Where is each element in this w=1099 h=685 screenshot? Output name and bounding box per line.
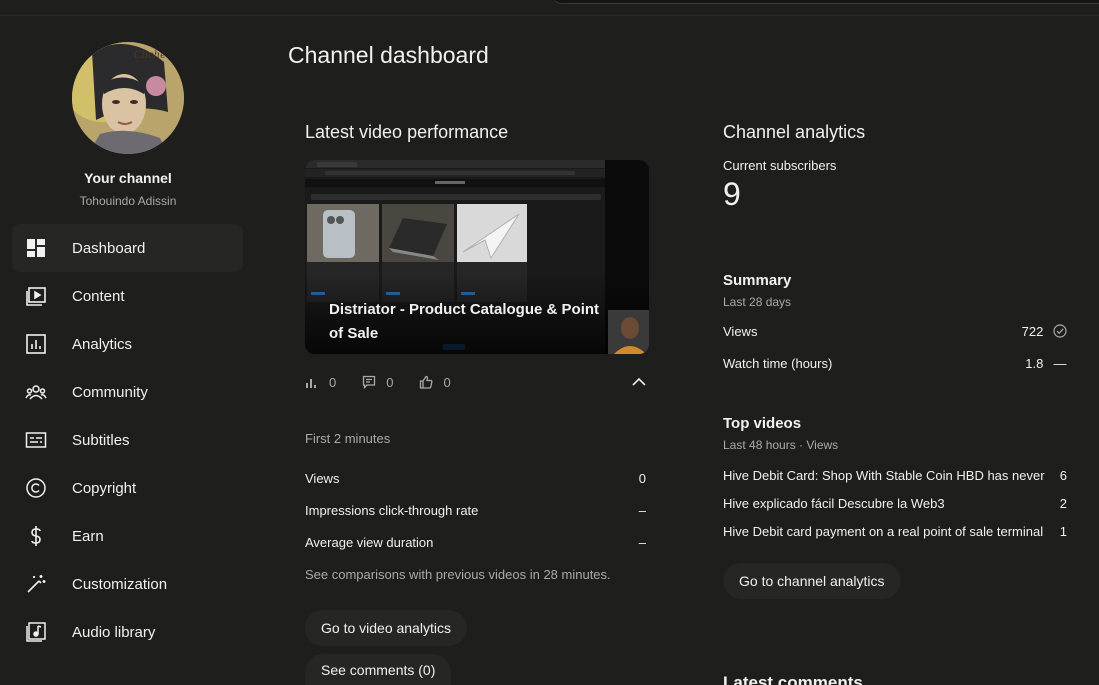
- top-video-row[interactable]: Hive Debit card payment on a real point …: [723, 524, 1067, 539]
- sidebar-item-label: Analytics: [72, 335, 133, 353]
- top-video-views: 1: [1059, 524, 1067, 539]
- sidebar-item-label: Copyright: [72, 479, 137, 497]
- sidebar-item-customization[interactable]: Customization: [12, 560, 243, 608]
- top-videos-period: Last 48 hours · Views: [723, 438, 839, 452]
- comparison-note: See comparisons with previous videos in …: [305, 567, 611, 582]
- sidebar-item-dashboard[interactable]: Dashboard: [12, 224, 243, 272]
- sidebar-item-audio-library[interactable]: Audio library: [12, 608, 243, 656]
- summary-value: 722: [1021, 324, 1044, 339]
- go-to-video-analytics-button[interactable]: Go to video analytics: [305, 610, 467, 646]
- metric-label: Impressions click-through rate: [305, 503, 479, 518]
- sidebar-item-label: Earn: [72, 527, 104, 545]
- summary-label: Watch time (hours): [723, 356, 833, 371]
- summary-period: Last 28 days: [723, 295, 792, 309]
- magic-wand-icon: [25, 573, 47, 595]
- sidebar-item-community[interactable]: Community: [12, 368, 243, 416]
- video-stats-row: 0 0 0: [305, 372, 477, 392]
- sidebar-item-analytics[interactable]: Analytics: [12, 320, 243, 368]
- sidebar-item-label: Customization: [72, 575, 168, 593]
- metric-row: Views 0: [305, 471, 646, 486]
- video-title: Distriator - Product Catalogue & Point o…: [329, 301, 600, 342]
- sidebar-item-content[interactable]: Content: [12, 272, 243, 320]
- latest-comments-title: Latest comments: [723, 673, 863, 685]
- summary-value-wrap: 722: [1022, 324, 1067, 339]
- summary-row-watch-time: Watch time (hours) 1.8 —: [723, 356, 1067, 371]
- metric-row: Impressions click-through rate –: [305, 503, 646, 518]
- sidebar-item-subtitles[interactable]: Subtitles: [12, 416, 243, 464]
- likes-count: 0: [443, 374, 451, 390]
- audio-library-icon: [25, 621, 47, 643]
- your-channel-title: Your channel: [84, 170, 172, 186]
- community-icon: [25, 381, 47, 403]
- summary-title: Summary: [723, 272, 792, 289]
- top-video-title: Hive explicado fácil Descubre la Web3: [723, 496, 945, 511]
- views-stat: 0: [305, 375, 336, 390]
- channel-analytics-title: Channel analytics: [723, 122, 866, 142]
- thumbs-up-icon: [420, 375, 433, 389]
- summary-value: 1.8: [1025, 356, 1044, 371]
- sidebar-item-label: Content: [72, 287, 125, 305]
- summary-row-views: Views 722: [723, 324, 1067, 339]
- comments-icon: [363, 375, 376, 389]
- dashboard-icon: [25, 237, 47, 259]
- dollar-icon: [25, 525, 47, 547]
- top-video-title: Hive Debit Card: Shop With Stable Coin H…: [723, 468, 1049, 483]
- top-video-row[interactable]: Hive explicado fácil Descubre la Web3 2: [723, 496, 1067, 511]
- views-count: 0: [329, 374, 337, 390]
- views-icon: [306, 379, 316, 388]
- see-comments-button[interactable]: See comments (0): [305, 654, 452, 685]
- webcam-overlay: [608, 310, 649, 354]
- channel-name: Tohouindo Adissin: [79, 194, 177, 208]
- metric-label: Views: [305, 471, 340, 486]
- period-label: First 2 minutes: [305, 431, 391, 446]
- collapse-button[interactable]: [630, 374, 648, 390]
- comments-count: 0: [386, 374, 394, 390]
- metric-value: –: [638, 535, 646, 550]
- sidebar-item-label: Dashboard: [72, 239, 146, 257]
- search-bar[interactable]: [552, 0, 1099, 4]
- summary-label: Views: [723, 324, 758, 339]
- sidebar-item-label: Subtitles: [72, 431, 130, 449]
- top-video-title: Hive Debit card payment on a real point …: [723, 524, 1044, 539]
- likes-stat: 0: [419, 374, 451, 390]
- sidebar: Cliche Your channel Tohouindo Adissin Da…: [0, 16, 256, 685]
- metric-value: –: [638, 503, 646, 518]
- page-title: Channel dashboard: [288, 42, 489, 68]
- metric-value: 0: [638, 471, 646, 486]
- metric-row: Average view duration –: [305, 535, 646, 550]
- copyright-icon: [25, 477, 47, 499]
- subscribers-count: 9: [723, 176, 741, 212]
- sidebar-nav: Dashboard Content Analytics Community Su…: [12, 224, 243, 656]
- summary-value-wrap: 1.8 —: [1025, 356, 1067, 371]
- subtitles-icon: [25, 429, 47, 451]
- video-thumbnail[interactable]: Distriator - Product Catalogue & Point o…: [305, 160, 649, 354]
- top-video-views: 6: [1059, 468, 1067, 483]
- metric-label: Average view duration: [305, 535, 434, 550]
- comments-stat: 0: [362, 375, 393, 390]
- latest-video-title: Latest video performance: [305, 122, 509, 142]
- subscribers-label: Current subscribers: [723, 158, 837, 173]
- content-icon: [25, 285, 47, 307]
- sidebar-item-label: Community: [72, 383, 148, 401]
- sidebar-item-earn[interactable]: Earn: [12, 512, 243, 560]
- analytics-icon: [25, 333, 47, 355]
- channel-avatar[interactable]: Cliche: [72, 42, 184, 154]
- trend-indicator: —: [1053, 356, 1067, 371]
- top-videos-title: Top videos: [723, 415, 802, 432]
- sidebar-item-label: Audio library: [72, 623, 156, 641]
- top-video-views: 2: [1059, 496, 1067, 511]
- check-circle-icon: [1053, 324, 1067, 338]
- sidebar-item-copyright[interactable]: Copyright: [12, 464, 243, 512]
- chevron-up-icon: [632, 377, 646, 386]
- svg-text:Cliche: Cliche: [134, 50, 166, 61]
- go-to-channel-analytics-button[interactable]: Go to channel analytics: [723, 563, 901, 599]
- top-video-row[interactable]: Hive Debit Card: Shop With Stable Coin H…: [723, 468, 1067, 483]
- top-bar: [0, 0, 1099, 16]
